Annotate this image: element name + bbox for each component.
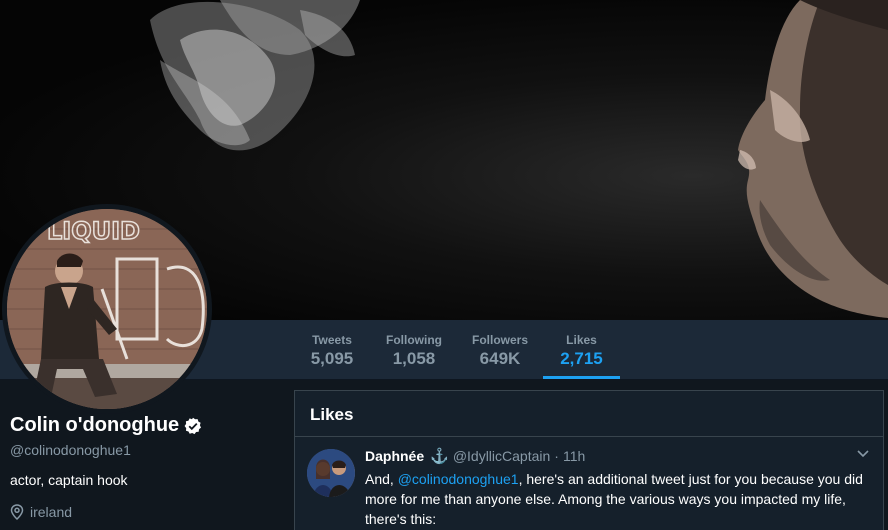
avatar-sign-text: LIQUID <box>47 217 140 245</box>
stat-following-value: 1,058 <box>392 349 436 368</box>
tweet-author-avatar[interactable] <box>307 449 355 497</box>
stat-likes[interactable]: Likes 2,715 <box>543 320 620 380</box>
profile-location: ireland <box>10 504 285 520</box>
profile-info: Colin o'donoghue @colinodonoghue1 actor,… <box>10 414 285 520</box>
tweet-text-prefix: And, <box>365 471 398 487</box>
profile-bio: actor, captain hook <box>10 472 128 488</box>
stat-likes-label: Likes <box>566 333 597 347</box>
tweet-author-name[interactable]: Daphnée <box>365 448 424 464</box>
tweet-separator: · <box>554 448 559 464</box>
tweet-author-handle[interactable]: @IdyllicCaptain <box>453 448 550 464</box>
profile-location-text: ireland <box>30 504 73 520</box>
profile-handle: @colinodonoghue1 <box>10 442 131 458</box>
stat-following[interactable]: Following 1,058 <box>380 320 448 380</box>
likes-panel-title: Likes <box>295 391 883 437</box>
likes-panel: Likes Daphnée ⚓ @IdyllicCaptain · 11h An… <box>294 390 884 530</box>
stat-followers[interactable]: Followers 649K <box>468 320 532 380</box>
verified-badge-icon <box>184 417 202 434</box>
tweet-timestamp[interactable]: 11h <box>563 448 585 464</box>
stat-tweets[interactable]: Tweets 5,095 <box>304 320 360 380</box>
avatar-photo: LIQUID <box>7 209 207 409</box>
profile-name[interactable]: Colin o'donoghue <box>10 414 179 437</box>
anchor-icon: ⚓ <box>430 448 449 465</box>
liked-tweet[interactable]: Daphnée ⚓ @IdyllicCaptain · 11h And, @co… <box>295 437 883 529</box>
location-pin-icon <box>10 504 24 520</box>
stat-tweets-label: Tweets <box>312 333 352 347</box>
stat-following-label: Following <box>386 333 442 347</box>
stat-tweets-value: 5,095 <box>310 349 354 368</box>
chevron-down-icon[interactable] <box>857 447 869 461</box>
stat-likes-value: 2,715 <box>560 349 603 368</box>
stat-followers-label: Followers <box>471 333 528 347</box>
profile-name-row: Colin o'donoghue <box>10 414 285 437</box>
profile-avatar[interactable]: LIQUID <box>2 204 212 414</box>
tweet-mention-link[interactable]: @colinodonoghue1 <box>398 471 519 487</box>
tweet-text: And, @colinodonoghue1, here's an additio… <box>365 469 871 529</box>
stat-followers-value: 649K <box>479 349 521 368</box>
tweet-header: Daphnée ⚓ @IdyllicCaptain · 11h <box>365 447 868 465</box>
